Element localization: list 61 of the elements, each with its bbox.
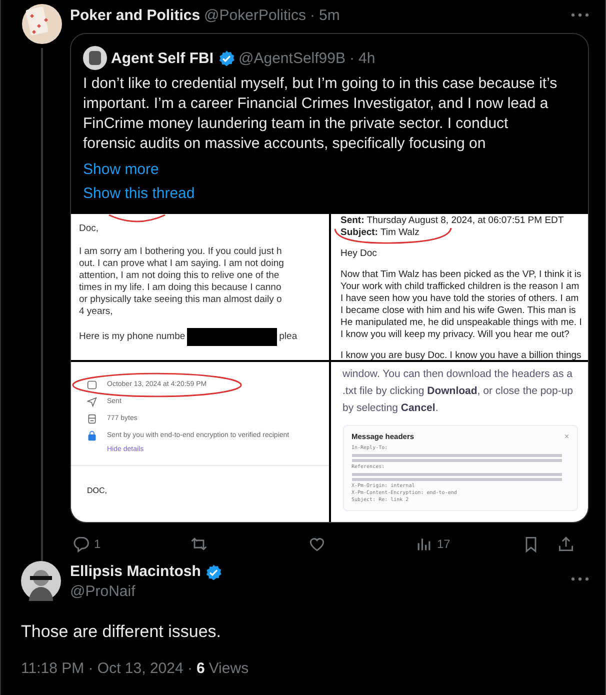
more-icon[interactable]	[571, 13, 589, 17]
action-count: 1	[94, 537, 101, 551]
author-handle[interactable]: @ProNaif	[70, 582, 222, 602]
avatar[interactable]	[21, 561, 61, 601]
email-text: Hey Doc	[340, 248, 378, 260]
share-icon[interactable]	[557, 535, 575, 553]
email-text: I know you are busy Doc. I know you have a billion things	[340, 350, 582, 360]
letter-text: Doc,	[79, 223, 100, 235]
views-count: 6	[196, 660, 205, 677]
attached-image[interactable]	[330, 362, 588, 522]
action-count: 17	[437, 537, 450, 551]
calendar-icon	[87, 380, 97, 390]
storage-icon	[87, 414, 97, 424]
email-field-value: Thursday August 8, 2024, at 06:07:51 PM EDT	[366, 215, 564, 226]
show-more-link[interactable]: Show more	[83, 160, 159, 180]
letter-text: attention, I am not doing this to relive one of the	[79, 270, 280, 282]
post-time: 4h	[358, 50, 376, 66]
author-name: Agent Self FBI	[111, 50, 214, 66]
avatar	[83, 46, 107, 70]
letter-text: out. I can prove what I am saying. I am not doing	[79, 258, 285, 270]
attached-image[interactable]	[330, 214, 588, 360]
author-handle: @AgentSelf99B	[238, 50, 346, 66]
email-text: I know you will keep my privacy. Will you hear me out?	[340, 329, 570, 341]
views-label: Views	[208, 660, 249, 677]
email-text: Your work with child trafficked children is the reason I am	[340, 281, 580, 293]
repost-icon[interactable]	[190, 535, 208, 553]
help-text: window. You can then download the headers as a .txt file by clicking Download, or close the pop-up by selecting Cancel.	[342, 367, 574, 416]
author-name[interactable]: Poker and Politics	[70, 6, 200, 24]
letter-text: I am sorry am I bothering you. If you could just h	[79, 246, 283, 258]
post-text: Those are different issues.	[21, 622, 222, 642]
show-thread-link[interactable]: Show this thread	[83, 184, 195, 204]
avatar[interactable]	[22, 4, 62, 44]
separator-dot: ·	[310, 6, 315, 24]
email-field-label: Subject:	[340, 227, 378, 238]
heart-icon[interactable]	[308, 535, 326, 553]
author-name[interactable]: Ellipsis Macintosh	[70, 562, 201, 582]
post-timestamp[interactable]: 11:18 PM · Oct 13, 2024 ·	[21, 660, 192, 677]
email-field-value: Tim Walz	[380, 227, 420, 238]
email-text: DOC,	[87, 486, 108, 495]
lock-icon	[87, 430, 97, 440]
close-icon: ×	[564, 432, 569, 441]
email-text: He manipulated me, he did unspeakable things with me. I	[340, 317, 583, 329]
more-icon[interactable]	[571, 577, 589, 581]
quoted-post-card[interactable]	[70, 33, 589, 523]
email-field-label: Sent:	[340, 215, 364, 226]
letter-text: plea	[279, 331, 298, 343]
letter-text: or physically take seeing this man almost daily o	[79, 294, 283, 306]
letter-text: Here is my phone numbe	[79, 331, 186, 343]
post-time[interactable]: 5m	[318, 6, 340, 24]
author-handle[interactable]: @PokerPolitics	[204, 6, 306, 24]
letter-text: times in my life. I am doing this because I canno	[79, 282, 282, 294]
attached-image[interactable]	[71, 214, 328, 360]
letter-text: 4 years,	[79, 306, 114, 318]
send-icon	[87, 396, 97, 406]
email-text: I became close with him and his wife Gwen. This man is	[340, 305, 577, 317]
post-text: I don’t like to credential myself, but I’m going to in this case because it’s important. I’m a career Financial Crimes Investigator, and I now lead a FinCrime money laundering team in the private sector. I conduct forensic audits on massive accounts, specifically focusing on	[83, 74, 558, 154]
email-text: Now that Tim Walz has been picked as the VP, I think it is	[340, 269, 582, 281]
email-text: I have seen how you have told the stories of others. I am	[340, 293, 580, 305]
circle-annotation	[107, 214, 167, 224]
separator-dot: ·	[349, 50, 354, 66]
reply-icon[interactable]	[72, 535, 90, 553]
